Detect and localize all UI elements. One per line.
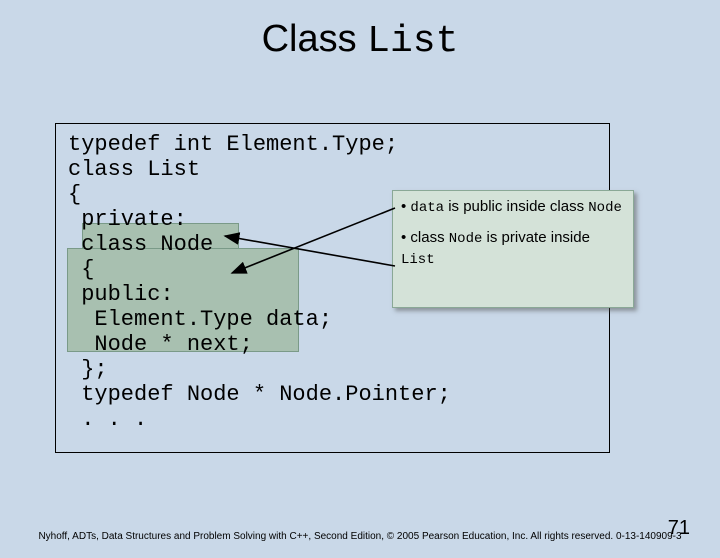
callout-bullet-2: • class Node is private inside List [401, 228, 625, 270]
b2-mono1: Node [449, 231, 483, 247]
callout-box: • data is public inside class Node • cla… [392, 190, 634, 308]
footer-text: Nyhoff, ADTs, Data Structures and Proble… [0, 531, 720, 542]
b2-prefix: • class [401, 229, 449, 246]
page-number: 71 [668, 517, 690, 540]
b2-mid: is private inside [482, 229, 590, 246]
callout-bullet-1: • data is public inside class Node [401, 197, 625, 218]
b1-mono1: data [410, 200, 444, 216]
title-mono: List [367, 20, 458, 63]
b1-mid: is public inside class [444, 198, 588, 215]
slide-title: Class List [0, 18, 720, 63]
title-prefix: Class [262, 18, 368, 60]
b2-mono2: List [401, 252, 435, 268]
b1-mono2: Node [588, 200, 622, 216]
b1-prefix: • [401, 198, 410, 215]
